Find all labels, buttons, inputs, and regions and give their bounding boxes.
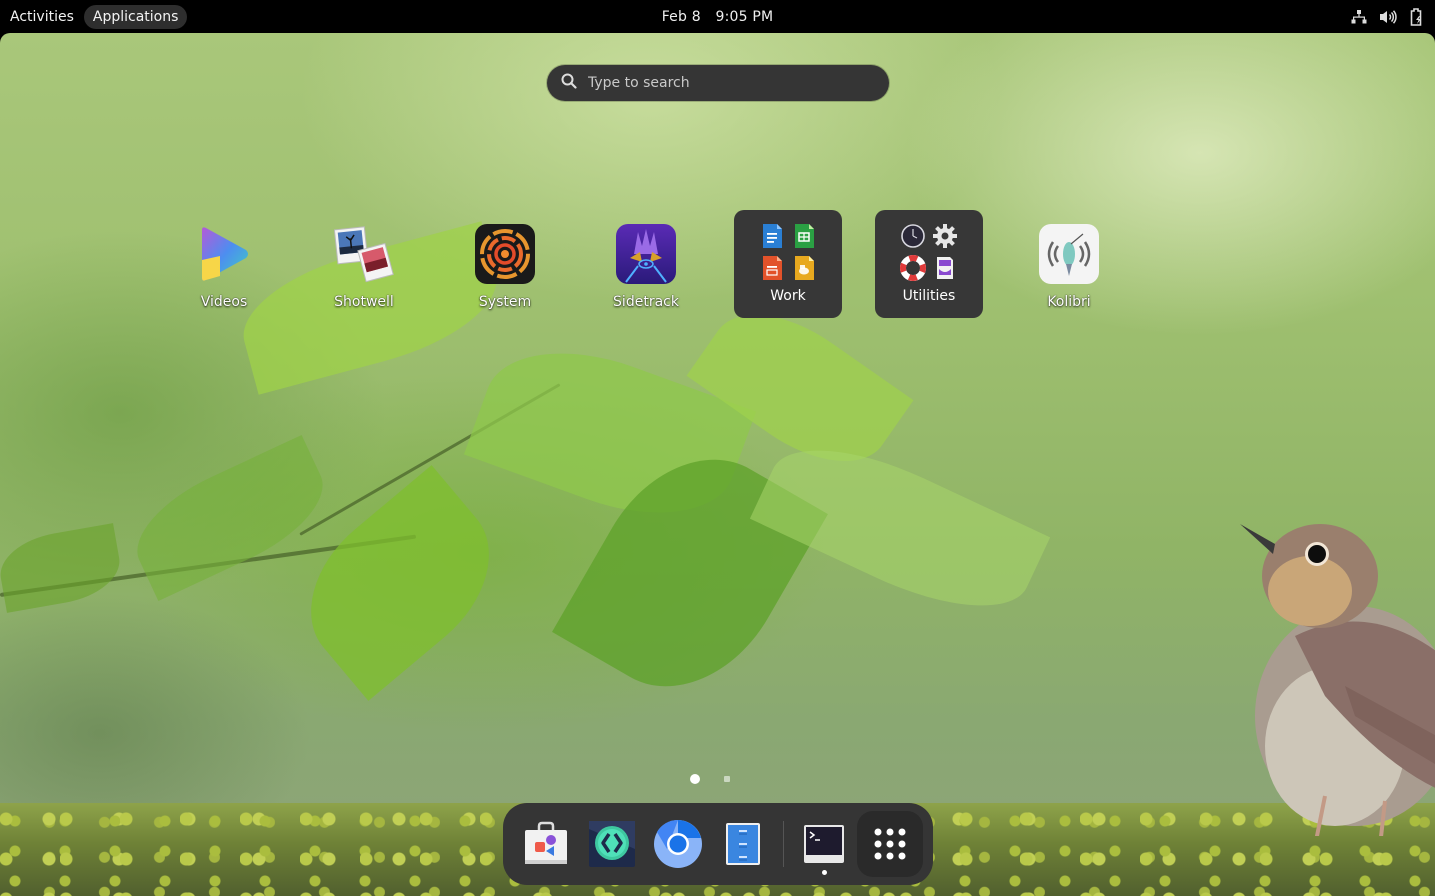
search-bar[interactable] <box>547 65 889 101</box>
clock-date: Feb 8 <box>661 8 701 25</box>
app-shotwell[interactable]: Shotwell <box>310 210 418 318</box>
folder-label: Work <box>770 288 806 304</box>
software-store-icon <box>524 821 567 864</box>
dock-separator <box>783 821 785 867</box>
folder-work[interactable]: Work <box>734 210 842 318</box>
system-monitor-icon <box>475 224 535 284</box>
dock-terminal[interactable] <box>791 811 857 877</box>
dock-files[interactable] <box>710 811 776 877</box>
terminal-icon <box>804 825 845 863</box>
network-icon[interactable] <box>1351 9 1367 25</box>
chromium-icon <box>653 819 702 868</box>
search-input[interactable] <box>588 75 868 91</box>
folder-label: Utilities <box>902 288 956 304</box>
app-label: Sidetrack <box>613 294 679 310</box>
app-sidetrack[interactable]: Sidetrack <box>592 210 700 318</box>
system-tray[interactable] <box>1351 0 1425 33</box>
app-videos[interactable]: Videos <box>170 210 278 318</box>
file-cabinet-icon <box>726 823 761 865</box>
battery-charging-icon[interactable] <box>1409 7 1425 26</box>
dock-software[interactable] <box>513 811 579 877</box>
code-editor-icon <box>588 821 635 867</box>
writer-icon <box>763 224 782 248</box>
shotwell-icon <box>333 224 394 284</box>
page-indicator <box>690 774 730 784</box>
dock <box>503 803 933 885</box>
page-dot-1[interactable] <box>690 774 700 784</box>
app-label: Shotwell <box>334 294 394 310</box>
draw-icon <box>795 256 814 280</box>
app-label: Kolibri <box>1047 294 1091 310</box>
clock-time: 9:05 PM <box>715 8 774 25</box>
settings-gear-icon <box>933 224 957 248</box>
show-applications-button[interactable] <box>857 811 923 877</box>
impress-icon <box>763 256 782 280</box>
applications-button[interactable]: Applications <box>83 4 188 29</box>
running-indicator <box>822 870 828 875</box>
folder-utilities[interactable]: Utilities <box>875 210 983 318</box>
app-label: System <box>478 294 532 310</box>
wallpaper-leaf <box>120 434 340 602</box>
calc-icon <box>795 224 814 248</box>
document-viewer-icon <box>937 257 953 279</box>
page-dot-2[interactable] <box>724 776 730 782</box>
help-lifebuoy-icon <box>900 255 926 281</box>
clock-icon <box>901 224 925 248</box>
app-system[interactable]: System <box>451 210 559 318</box>
search-icon <box>561 73 577 93</box>
app-grid-icon <box>874 828 906 860</box>
desktop-wallpaper: Videos Shotwell System <box>0 33 1435 896</box>
clock[interactable]: Feb 8 9:05 PM <box>662 9 774 25</box>
wallpaper-leaf <box>0 523 126 613</box>
volume-icon[interactable] <box>1379 9 1397 25</box>
app-label: Videos <box>200 294 248 310</box>
dock-chromium[interactable] <box>645 811 711 877</box>
activities-button[interactable]: Activities <box>1 5 83 29</box>
wallpaper-bird <box>1240 524 1435 836</box>
top-bar: Activities Applications Feb 8 9:05 PM <box>0 0 1435 33</box>
videos-icon <box>194 224 254 284</box>
kolibri-hummingbird-icon <box>1039 224 1099 284</box>
app-kolibri[interactable]: Kolibri <box>1015 210 1123 318</box>
dock-cartridges[interactable] <box>579 811 645 877</box>
sidetrack-icon <box>616 224 676 284</box>
wallpaper-leaf <box>749 418 1051 638</box>
